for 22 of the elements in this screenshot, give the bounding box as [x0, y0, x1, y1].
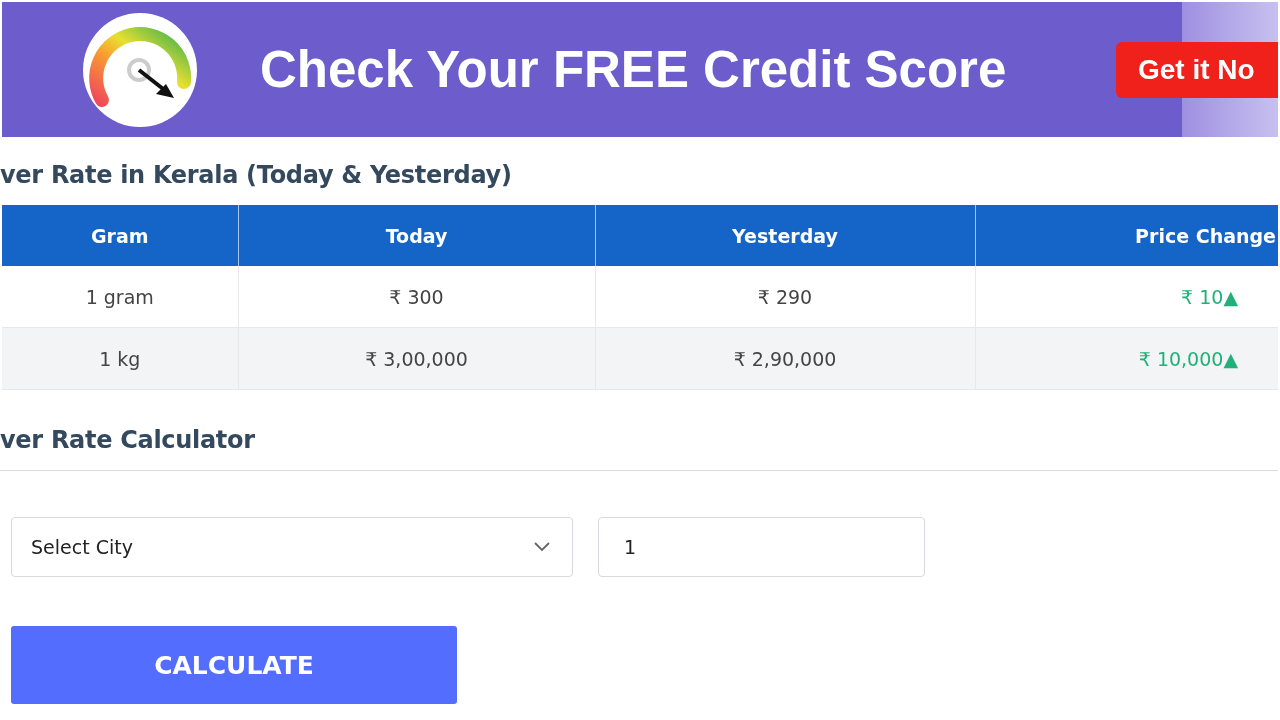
- city-select[interactable]: Select City: [11, 517, 573, 577]
- section-heading: ver Rate in Kerala (Today & Yesterday): [0, 160, 513, 191]
- column-header: Gram: [2, 205, 238, 266]
- quantity-input[interactable]: 1: [598, 517, 925, 577]
- column-header: Yesterday: [595, 205, 975, 266]
- table-cell: 1 gram: [2, 266, 238, 328]
- price-change-cell: ₹ 10▲: [975, 266, 1278, 328]
- chevron-down-icon: [534, 542, 550, 552]
- table-cell: ₹ 2,90,000: [595, 327, 975, 390]
- ad-banner[interactable]: Check Your FREE Credit Score Get it No: [2, 2, 1278, 137]
- price-change-cell: ₹ 10,000▲: [975, 327, 1278, 390]
- table-cell: 1 kg: [2, 327, 238, 390]
- gauge-icon: [82, 11, 198, 128]
- banner-headline: Check Your FREE Credit Score: [260, 40, 1007, 99]
- table-cell: ₹ 300: [238, 266, 595, 328]
- column-header: Price Change: [975, 205, 1278, 266]
- get-it-now-button[interactable]: Get it No: [1116, 42, 1278, 98]
- column-header: Today: [238, 205, 595, 266]
- table-cell: ₹ 3,00,000: [238, 327, 595, 390]
- table-cell: ₹ 290: [595, 266, 975, 328]
- calculate-button[interactable]: CALCULATE: [11, 626, 457, 704]
- section-heading: ver Rate Calculator: [0, 390, 1278, 471]
